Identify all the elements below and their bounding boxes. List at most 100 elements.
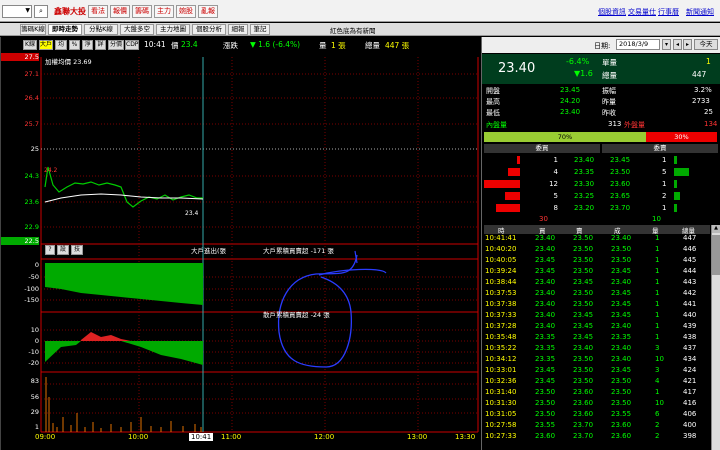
main-force-button[interactable]: 主力 <box>154 5 174 18</box>
tick-row[interactable]: 10:27:58 23.55 23.70 23.60 2 400 <box>485 421 710 432</box>
tab-map[interactable]: 主力地圖 <box>156 24 190 35</box>
chevron-down-icon: ▼ <box>25 7 30 14</box>
ask-price: 23.45 <box>610 156 631 164</box>
help-button[interactable]: ? <box>45 245 55 255</box>
tab-detail[interactable]: 細報 <box>228 24 248 35</box>
today-button[interactable]: 今天 <box>694 39 718 50</box>
tab-realtime[interactable]: 即時走勢 <box>48 24 82 35</box>
tab-chip-k[interactable]: 籌碼K線 <box>20 24 46 35</box>
stat-open-label: 開盤 <box>486 87 500 95</box>
tick-cell: 2 <box>655 421 660 429</box>
single-label: 單量 <box>602 58 617 67</box>
tab-branch-k[interactable]: 分點K線 <box>84 24 118 35</box>
x-label-cursor: 10:41 <box>189 433 214 441</box>
tick-row[interactable]: 10:40:05 23.45 23.50 23.50 1 445 <box>485 256 710 267</box>
tick-row[interactable]: 10:31:40 23.50 23.60 23.50 1 417 <box>485 388 710 399</box>
tick-cell: 1 <box>655 311 660 319</box>
tick-row[interactable]: 10:37:53 23.40 23.50 23.45 1 442 <box>485 289 710 300</box>
tick-cell: 446 <box>683 245 697 253</box>
volume-y: 56 <box>30 393 39 401</box>
tick-row[interactable]: 10:34:12 23.35 23.50 23.40 10 434 <box>485 355 710 366</box>
tick-row[interactable]: 10:40:20 23.40 23.50 23.50 1 446 <box>485 245 710 256</box>
tick-cell: 10:40:20 <box>485 245 517 253</box>
buy-depth-bar <box>505 192 520 200</box>
book-row: 1 23.40 23.45 1 <box>482 154 720 166</box>
tab-analysis[interactable]: 個股分析 <box>192 24 226 35</box>
tick-cell: 1 <box>655 289 660 297</box>
stat-high-label: 最高 <box>486 98 500 106</box>
link-news[interactable]: 新聞通知 <box>686 7 714 17</box>
next-day-icon[interactable]: ▸ <box>683 39 692 50</box>
tick-cell: 23.40 <box>611 234 632 242</box>
tick-cell: 23.40 <box>611 322 632 330</box>
book-row: 4 23.35 23.50 5 <box>482 166 720 178</box>
tick-row[interactable]: 10:32:36 23.45 23.50 23.50 4 421 <box>485 377 710 388</box>
tick-cell: 23.60 <box>535 432 556 440</box>
tick-cell: 23.45 <box>611 289 632 297</box>
bid-qty: 8 <box>553 204 558 212</box>
link-calendar[interactable]: 行事曆 <box>658 7 679 17</box>
tick-cell: 23.40 <box>535 289 556 297</box>
volume-y: 1 <box>34 423 39 431</box>
quote-button[interactable]: 報價 <box>110 5 130 18</box>
date-input[interactable]: 2018/3/9 <box>616 39 660 50</box>
tick-row[interactable]: 10:37:38 23.40 23.50 23.45 1 441 <box>485 300 710 311</box>
link-stock-info[interactable]: 個股資訊 <box>598 7 626 17</box>
stock-code-combo[interactable]: ▼ <box>2 5 32 18</box>
tick-cell: 10 <box>655 355 664 363</box>
tick-cell: 23.40 <box>535 234 556 242</box>
stock-button[interactable]: 婉股 <box>176 5 196 18</box>
tick-row[interactable]: 10:38:44 23.40 23.45 23.40 1 443 <box>485 278 710 289</box>
tick-cell: 441 <box>683 300 697 308</box>
tick-cell: 398 <box>683 432 697 440</box>
ask-qty: 1 <box>662 156 667 164</box>
view-button[interactable]: 看法 <box>88 5 108 18</box>
tick-row[interactable]: 10:35:48 23.35 23.45 23.35 1 438 <box>485 333 710 344</box>
tick-cell: 23.40 <box>535 311 556 319</box>
tick-row[interactable]: 10:31:30 23.50 23.60 23.50 10 416 <box>485 399 710 410</box>
tick-cell: 23.50 <box>573 377 594 385</box>
tick-cell: 23.40 <box>611 355 632 363</box>
scroll-up-icon[interactable]: ▲ <box>712 225 720 233</box>
tick-cell: 10:31:40 <box>485 388 517 396</box>
tick-cell: 23.60 <box>573 399 594 407</box>
settings-button[interactable]: 設 <box>57 245 69 255</box>
tick-row[interactable]: 10:33:01 23.45 23.50 23.45 3 424 <box>485 366 710 377</box>
tick-cell: 1 <box>655 234 660 242</box>
bid-price: 23.30 <box>574 180 595 188</box>
tick-row[interactable]: 10:37:28 23.40 23.45 23.40 1 439 <box>485 322 710 333</box>
buy-header: 委買 <box>484 144 600 153</box>
tick-cell: 10:27:58 <box>485 421 517 429</box>
tick-cell: 1 <box>655 333 660 341</box>
chip-button[interactable]: 籌碼 <box>132 5 152 18</box>
tick-row[interactable]: 10:37:33 23.40 23.45 23.45 1 440 <box>485 311 710 322</box>
tick-row[interactable]: 10:39:24 23.45 23.50 23.45 1 444 <box>485 267 710 278</box>
tick-cell: 440 <box>683 311 697 319</box>
sell-depth-bar <box>674 168 689 176</box>
tick-list[interactable]: 10:41:41 23.40 23.50 23.40 1 447 10:40:20 23.40… <box>485 234 710 450</box>
chart-svg <box>40 57 479 433</box>
tick-cell: 10:27:33 <box>485 432 517 440</box>
tick-cell: 6 <box>655 410 660 418</box>
tick-cell: 23.50 <box>611 399 632 407</box>
tick-scrollbar[interactable]: ▲ <box>711 225 720 450</box>
tick-row[interactable]: 10:27:33 23.60 23.70 23.60 2 398 <box>485 432 710 443</box>
chevron-down-icon[interactable]: ▾ <box>662 39 671 50</box>
tab-notes[interactable]: 筆記 <box>250 24 270 35</box>
tick-row[interactable]: 10:41:41 23.40 23.50 23.40 1 447 <box>485 234 710 245</box>
scroll-thumb[interactable] <box>712 235 720 275</box>
intraday-chart[interactable]: K線 大戶 均 % 淨 詳 分價 CDP 10:41 價 23.4 漲跌 ▼ 1… <box>0 37 481 450</box>
tech-button[interactable]: 技 <box>71 245 83 255</box>
prev-day-icon[interactable]: ◂ <box>673 39 682 50</box>
stat-amp-value: 3.2% <box>694 86 712 94</box>
tick-cell: 10:37:33 <box>485 311 517 319</box>
search-icon[interactable]: ⌕ <box>34 5 48 18</box>
tick-row[interactable]: 10:35:22 23.35 23.40 23.40 3 437 <box>485 344 710 355</box>
tab-market[interactable]: 大盤多空 <box>120 24 154 35</box>
tick-row[interactable]: 10:31:05 23.50 23.60 23.55 6 406 <box>485 410 710 421</box>
tick-cell: 23.35 <box>535 355 556 363</box>
link-volume[interactable]: 交易量仕 <box>628 7 656 17</box>
report-button[interactable]: 亂報 <box>198 5 218 18</box>
buy-depth-bar <box>484 180 520 188</box>
buy-depth-bar <box>508 168 520 176</box>
